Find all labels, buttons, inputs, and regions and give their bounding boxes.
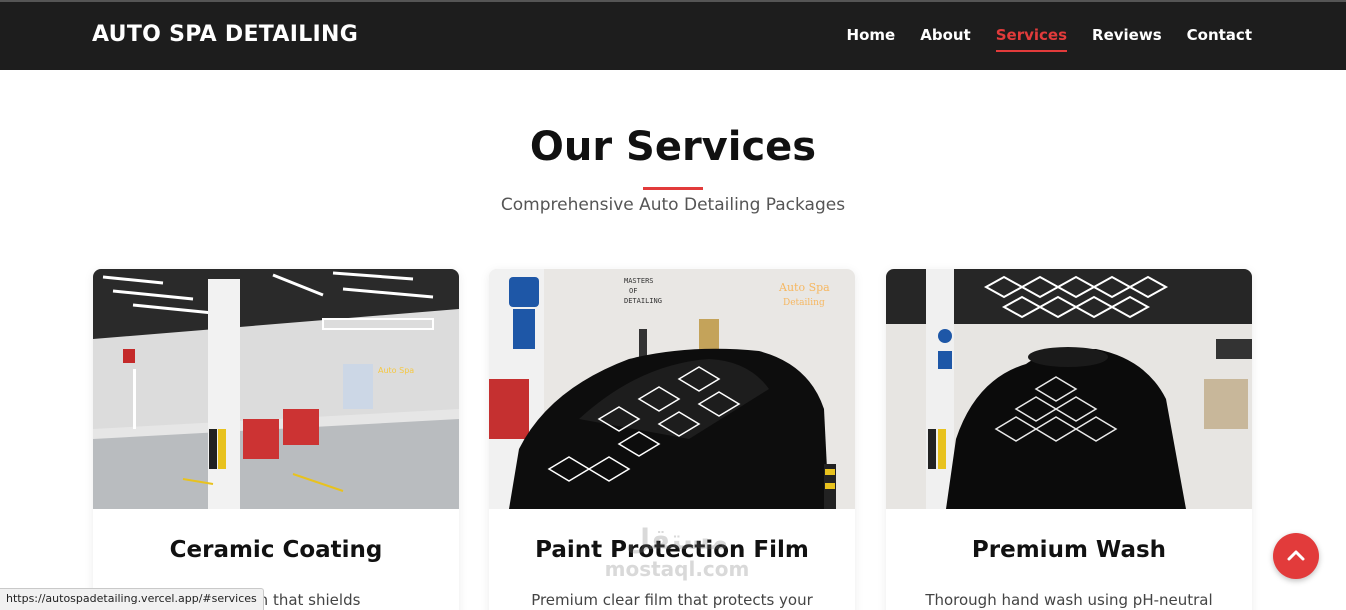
card-title: Paint Protection Film xyxy=(535,537,809,563)
svg-text:DETAILING: DETAILING xyxy=(624,297,662,305)
chevron-up-icon xyxy=(1287,550,1305,561)
service-image-car-front xyxy=(886,269,1252,509)
title-underline xyxy=(643,187,703,190)
section-subtitle: Comprehensive Auto Detailing Packages xyxy=(500,195,846,215)
section-title: Our Services xyxy=(529,124,817,170)
service-image-black-car: MASTERS OF DETAILING Auto Spa Detailing xyxy=(489,269,855,509)
svg-text:MASTERS: MASTERS xyxy=(624,277,654,285)
card-description: Premium clear film that protects your xyxy=(531,591,813,609)
svg-text:Auto Spa: Auto Spa xyxy=(778,281,830,294)
brand-logo[interactable]: AUTO SPA DETAILING xyxy=(92,22,358,47)
nav-link-about[interactable]: About xyxy=(920,26,971,52)
card-title: Premium Wash xyxy=(971,537,1167,563)
service-image-garage: Auto Spa xyxy=(93,269,459,509)
nav-link-home[interactable]: Home xyxy=(847,26,896,52)
nav-link-contact[interactable]: Contact xyxy=(1187,26,1252,52)
nav-link-reviews[interactable]: Reviews xyxy=(1092,26,1162,52)
card-title: Ceramic Coating xyxy=(169,537,383,563)
navbar: AUTO SPA DETAILING Home About Services R… xyxy=(0,0,1346,70)
nav-link-services[interactable]: Services xyxy=(995,26,1068,52)
card-description: Thorough hand wash using pH-neutral xyxy=(925,591,1213,609)
scroll-to-top-button[interactable] xyxy=(1273,533,1319,579)
svg-text:OF: OF xyxy=(629,287,637,295)
nav-links: Home About Services Reviews Contact xyxy=(822,26,1252,52)
status-bar-url: https://autospadetailing.vercel.app/#ser… xyxy=(0,588,264,610)
svg-text:Auto Spa: Auto Spa xyxy=(378,366,414,375)
service-card-paint-protection-film[interactable]: MASTERS OF DETAILING Auto Spa Detailing … xyxy=(489,269,855,610)
svg-text:Detailing: Detailing xyxy=(783,298,825,308)
service-card-premium-wash[interactable]: Premium Wash Thorough hand wash using pH… xyxy=(886,269,1252,610)
service-card-ceramic-coating[interactable]: Auto Spa Ceramic Coating protection that… xyxy=(93,269,459,610)
